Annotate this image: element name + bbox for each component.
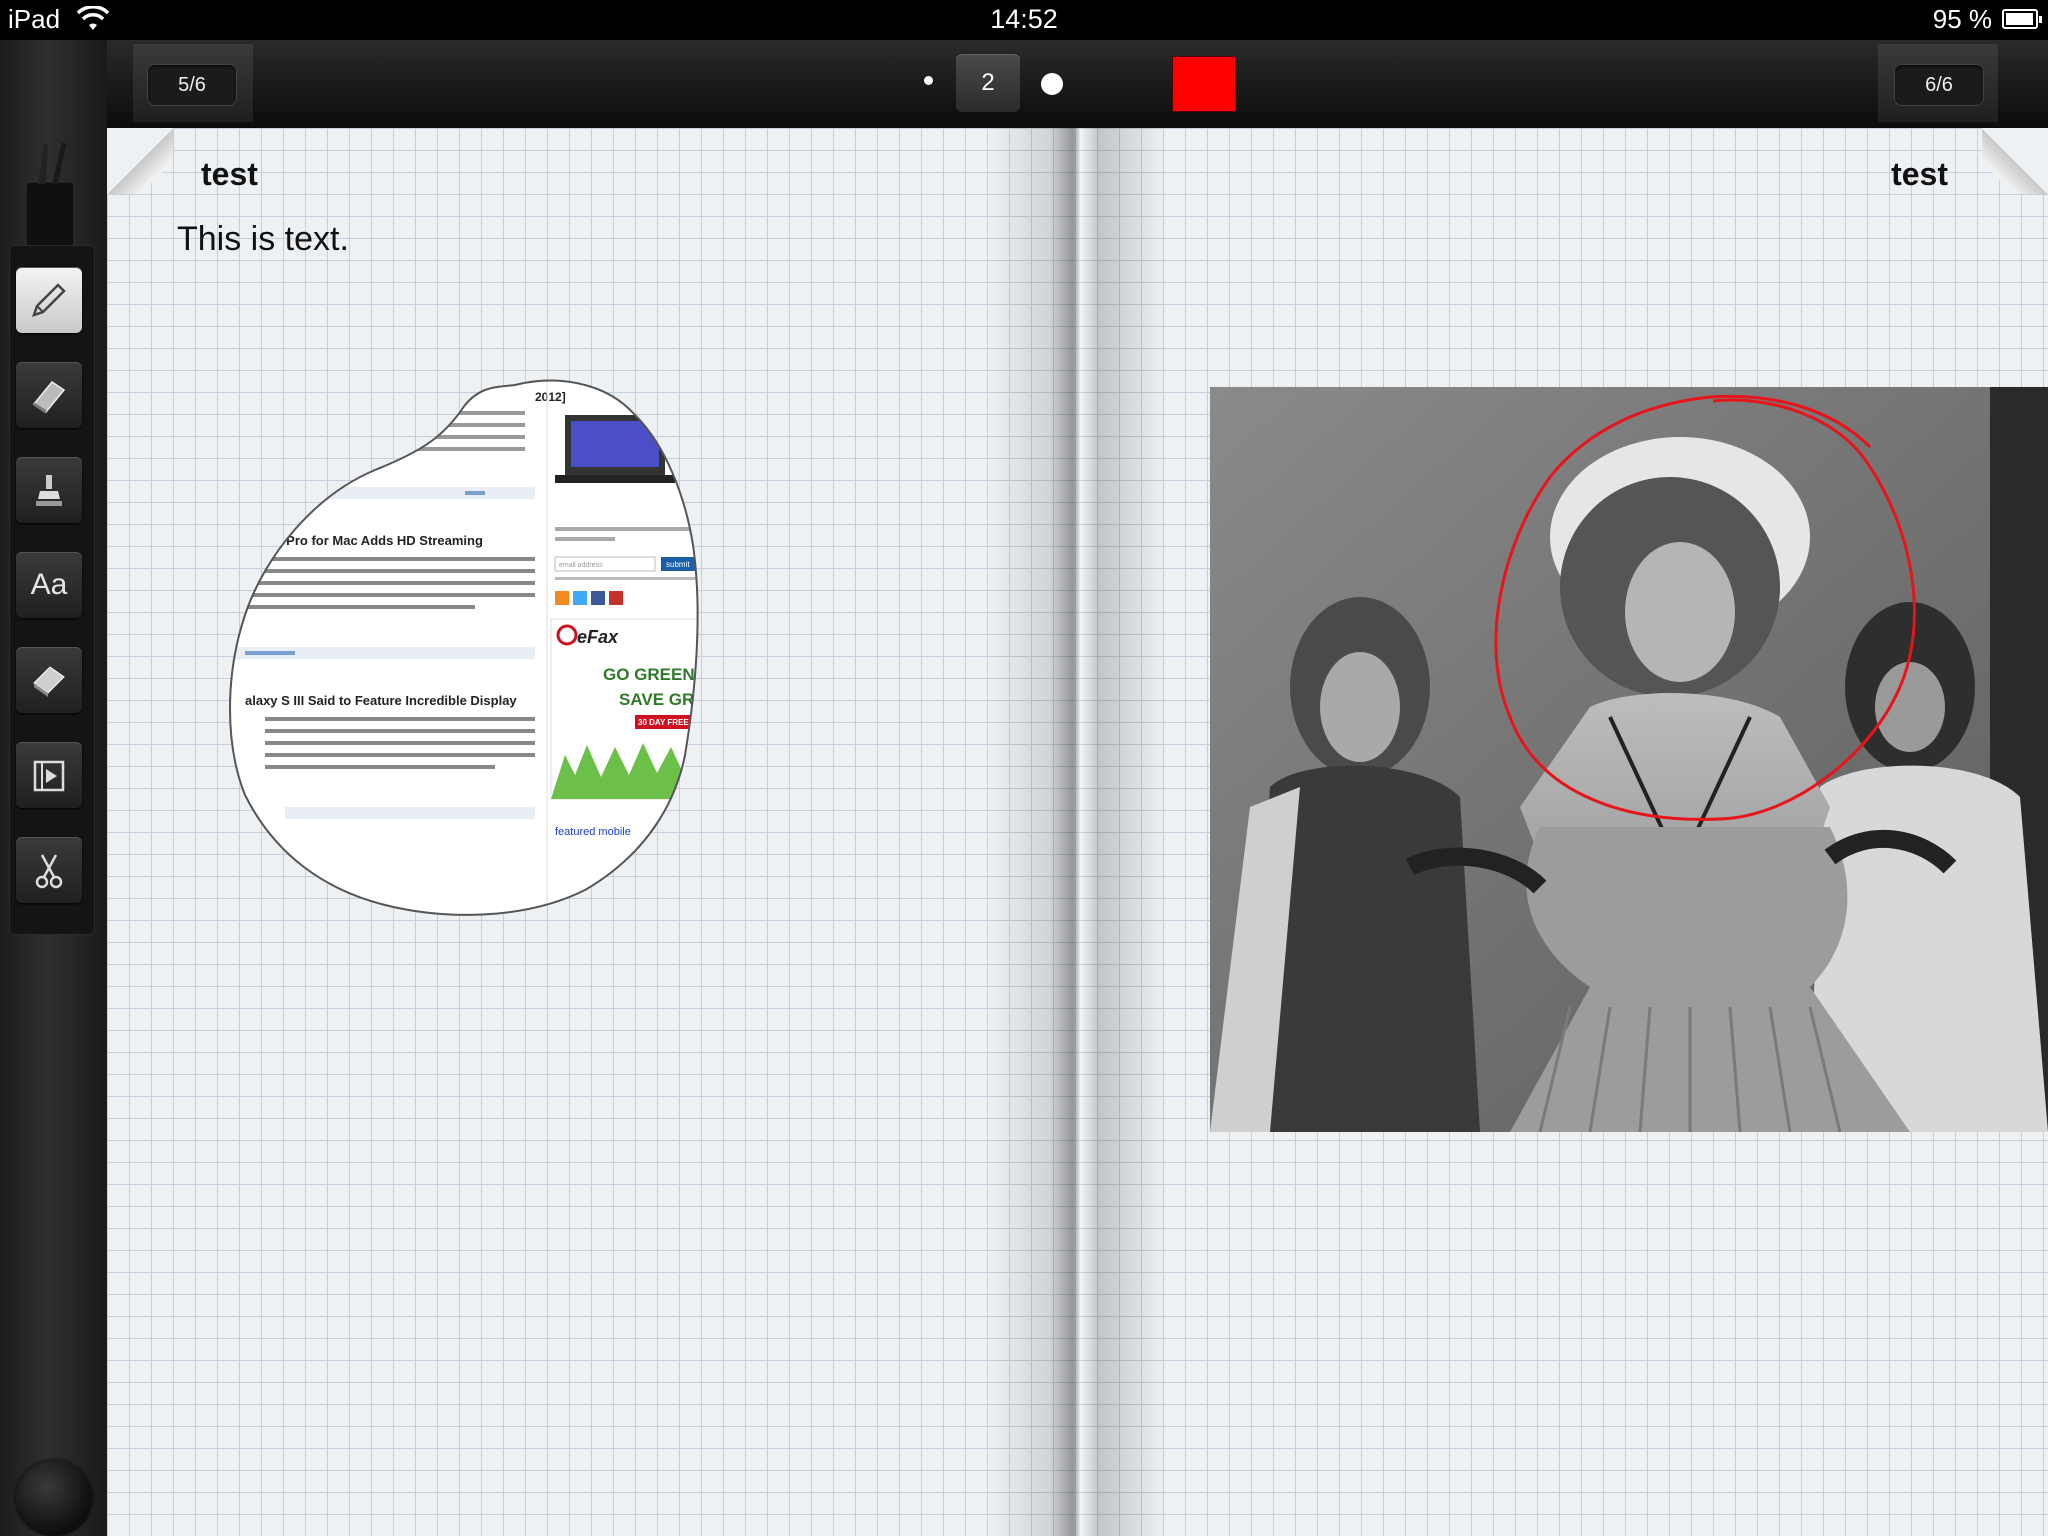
clip-submit-button: submit bbox=[666, 560, 690, 569]
highlighter-icon bbox=[36, 475, 62, 506]
eraser-icon bbox=[32, 380, 66, 414]
right-page-curl[interactable] bbox=[1982, 128, 2048, 194]
media-icon bbox=[33, 760, 65, 792]
right-page-title[interactable]: test bbox=[1891, 156, 1948, 193]
stroke-width-large-button[interactable] bbox=[1041, 73, 1063, 95]
stamp-icon bbox=[33, 666, 65, 697]
clip-ad-brand: eFax bbox=[577, 627, 619, 647]
scissors-tool-button[interactable] bbox=[16, 837, 82, 903]
clip-ad-line-2: SAVE GREEN. bbox=[619, 690, 734, 709]
youtube-icon bbox=[609, 591, 623, 605]
top-toolbar: 5/6 2 6/6 bbox=[107, 40, 2048, 130]
left-page-title[interactable]: test bbox=[201, 156, 258, 193]
eraser-tool-button[interactable] bbox=[16, 362, 82, 428]
battery-icon bbox=[2002, 9, 2042, 29]
clip-article-heading-2: alaxy S III Said to Feature Incredible D… bbox=[245, 693, 517, 708]
notebook-spread[interactable]: test test This is text. 2012] gMeIn Pro … bbox=[107, 128, 2048, 1536]
pencil-icon bbox=[32, 283, 66, 317]
stroke-width-small-button[interactable] bbox=[924, 76, 933, 85]
text-icon: Aa bbox=[30, 568, 68, 601]
battery-percent: 95 % bbox=[1932, 4, 1992, 34]
rss-icon bbox=[555, 591, 569, 605]
clipped-web-snippet[interactable]: 2012] gMeIn Pro for Mac Adds HD Streamin… bbox=[225, 375, 785, 920]
stamp-tool-button[interactable] bbox=[16, 647, 82, 713]
clip-featured-link: featured mobile bbox=[555, 826, 631, 838]
rail-knob-button[interactable] bbox=[16, 1460, 92, 1536]
ink-color-swatch[interactable] bbox=[1172, 56, 1236, 112]
status-bar: iPad 14:52 95 % bbox=[0, 0, 2048, 40]
text-tool-button[interactable]: Aa bbox=[16, 552, 82, 618]
left-page-indicator-frame: 5/6 bbox=[133, 44, 253, 122]
twitter-icon bbox=[573, 591, 587, 605]
left-page-indicator[interactable]: 5/6 bbox=[147, 64, 237, 106]
right-page-indicator[interactable]: 6/6 bbox=[1894, 64, 1984, 106]
left-page-curl[interactable] bbox=[107, 128, 173, 194]
text-note[interactable]: This is text. bbox=[177, 220, 349, 259]
pencil-cup-icon[interactable] bbox=[20, 140, 80, 260]
stroke-width-selected-button[interactable]: 2 bbox=[956, 54, 1020, 112]
facebook-icon bbox=[591, 591, 605, 605]
costume-photo[interactable] bbox=[1210, 387, 2048, 1132]
pencil-tool-button[interactable] bbox=[16, 267, 82, 333]
clip-email-field: email address bbox=[559, 562, 603, 569]
page-gutter bbox=[987, 128, 1167, 1536]
clip-ad-badge: 30 DAY FREE TRIAL bbox=[638, 718, 715, 727]
right-page-indicator-frame: 6/6 bbox=[1878, 44, 1998, 122]
clock: 14:52 bbox=[990, 4, 1058, 34]
clip-year-fragment: 2012] bbox=[535, 390, 566, 404]
tool-rail: Aa bbox=[0, 40, 107, 1536]
media-tool-button[interactable] bbox=[16, 742, 82, 808]
clip-ad-line-1: GO GREEN. bbox=[603, 665, 699, 684]
scissors-icon bbox=[35, 854, 63, 889]
highlighter-tool-button[interactable] bbox=[16, 457, 82, 523]
